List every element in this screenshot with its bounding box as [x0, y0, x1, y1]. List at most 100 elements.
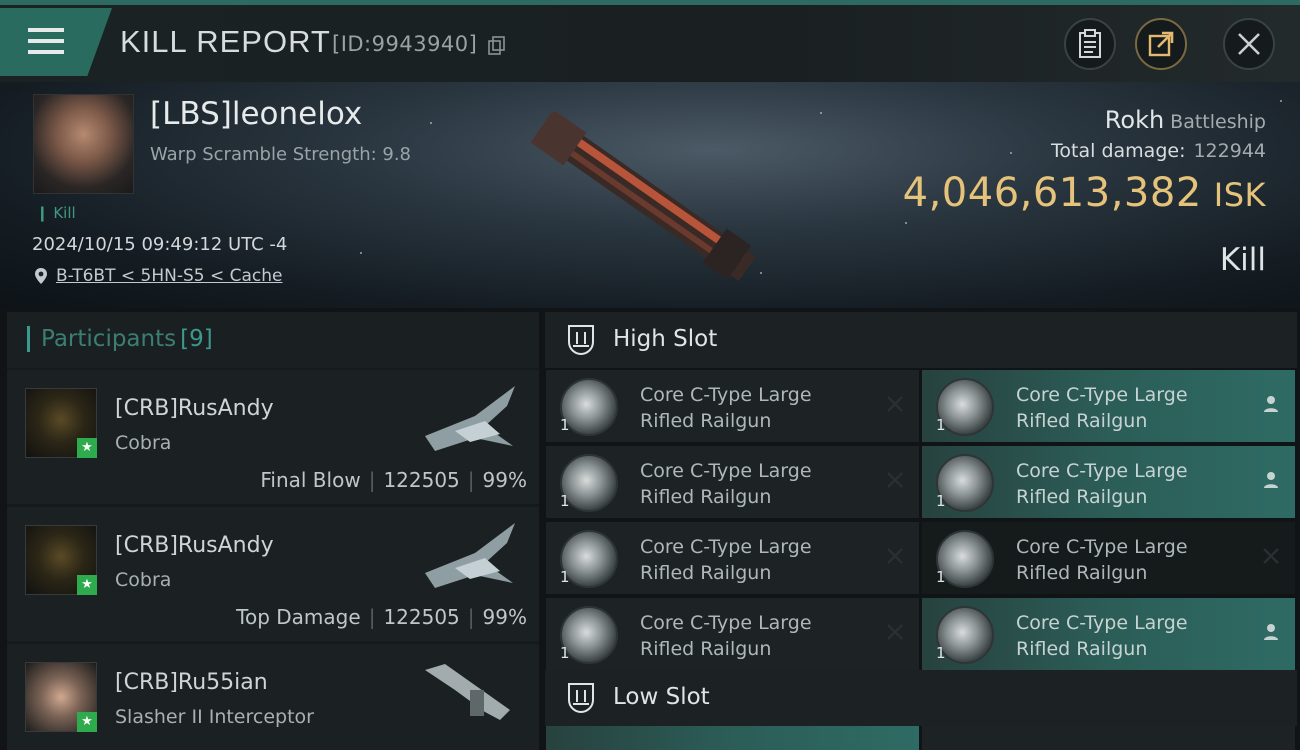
module-name: Core C-Type Large [1016, 612, 1188, 634]
star [1280, 100, 1282, 102]
module-item[interactable] [922, 726, 1295, 750]
module-name: Core C-Type Large [640, 460, 812, 482]
participant-ship: Cobra [115, 569, 172, 591]
isk-value: 4,046,613,382 ISK [902, 170, 1266, 216]
location-pin-icon [35, 268, 47, 284]
star [820, 112, 822, 114]
report-id: [ID:9943940] [332, 32, 478, 56]
person-icon [1264, 396, 1278, 412]
destroyed-icon [887, 548, 903, 564]
warp-scramble-strength: Warp Scramble Strength: 9.8 [150, 144, 412, 165]
module-item[interactable]: 1 Core C-Type Large Rifled Railgun [922, 446, 1295, 518]
destroyed-icon [887, 396, 903, 412]
module-name-line2: Rifled Railgun [1016, 410, 1148, 432]
victim-ship-image[interactable] [530, 112, 760, 282]
high-slot-icon [568, 325, 594, 356]
participant-ship-image [425, 386, 515, 451]
module-item[interactable]: 1 Core C-Type Large Rifled Railgun [546, 370, 919, 442]
result-label: Kill [1219, 242, 1266, 278]
participant-percent: 99% [482, 605, 527, 629]
participant-ship-image [425, 664, 510, 720]
person-icon [1264, 624, 1278, 640]
kill-datetime: 2024/10/15 09:49:12 UTC -4 [32, 234, 288, 255]
module-name-line2: Rifled Railgun [640, 410, 772, 432]
location-text[interactable]: B-T6BT < 5HN-S5 < Cache [56, 266, 283, 286]
low-slot-header[interactable]: Low Slot [545, 670, 1297, 726]
module-name: Core C-Type Large [640, 384, 812, 406]
header-accent-line [0, 0, 1300, 5]
module-name: Core C-Type Large [640, 612, 812, 634]
participant-stats: Final Blow | 122505 | 99% [260, 468, 527, 492]
module-quantity: 1 [560, 416, 570, 434]
share-button[interactable] [1135, 18, 1187, 70]
close-icon [1238, 33, 1260, 55]
victim-banner: [LBS]leonelox Warp Scramble Strength: 9.… [0, 82, 1300, 308]
participant-avatar: ★ [25, 388, 97, 458]
high-slot-header[interactable]: High Slot [545, 312, 1297, 368]
victim-name[interactable]: [LBS]leonelox [150, 96, 362, 132]
participants-count: [9] [180, 326, 213, 352]
participant-name: [CRB]RusAndy [115, 396, 274, 421]
star-badge-icon: ★ [77, 575, 97, 595]
module-name: Core C-Type Large [640, 536, 812, 558]
close-button[interactable] [1223, 18, 1275, 70]
kill-tag: ❙ Kill [36, 204, 76, 222]
module-item[interactable] [546, 726, 919, 750]
module-quantity: 1 [560, 492, 570, 510]
module-item[interactable]: 1 Core C-Type Large Rifled Railgun [546, 522, 919, 594]
low-slot-label: Low Slot [613, 684, 710, 710]
participant-ship-image [425, 523, 515, 588]
module-item[interactable]: 1 Core C-Type Large Rifled Railgun [546, 446, 919, 518]
module-item[interactable]: 1 Core C-Type Large Rifled Railgun [922, 598, 1295, 670]
page-title: KILL REPORT [120, 24, 331, 59]
participant-damage: 122505 [383, 468, 460, 492]
module-quantity: 1 [936, 644, 946, 662]
share-icon [1148, 31, 1174, 57]
high-slot-label: High Slot [613, 326, 718, 352]
participants-label: Participants [41, 326, 177, 352]
hamburger-icon [28, 28, 64, 54]
module-quantity: 1 [560, 568, 570, 586]
module-name: Core C-Type Large [1016, 384, 1188, 406]
module-quantity: 1 [560, 644, 570, 662]
victim-ship[interactable]: Rokh Battleship [1105, 106, 1266, 134]
participants-header[interactable]: Participants [9] [7, 312, 539, 368]
location-link[interactable]: B-T6BT < 5HN-S5 < Cache [34, 266, 283, 286]
star [430, 122, 432, 124]
header-bar: KILL REPORT [ID:9943940] [0, 0, 1300, 82]
participant-card[interactable]: ★ [CRB]Ru55ian Slasher II Interceptor [7, 644, 539, 750]
star [360, 252, 362, 254]
total-damage: Total damage: 122944 [1051, 140, 1266, 162]
participant-damage: 122505 [383, 605, 460, 629]
menu-button[interactable] [0, 8, 112, 76]
module-name-line2: Rifled Railgun [640, 638, 772, 660]
star-badge-icon: ★ [77, 712, 97, 732]
module-name-line2: Rifled Railgun [1016, 562, 1148, 584]
participant-name: [CRB]Ru55ian [115, 670, 268, 695]
destroyed-icon [1263, 548, 1279, 564]
star [760, 272, 762, 274]
module-item[interactable]: 1 Core C-Type Large Rifled Railgun [546, 598, 919, 670]
person-icon [1264, 472, 1278, 488]
participant-card[interactable]: ★ [CRB]RusAndy Cobra Final Blow | 122505 | 9… [7, 370, 539, 504]
victim-avatar[interactable] [33, 94, 134, 194]
clipboard-button[interactable] [1064, 18, 1116, 70]
destroyed-icon [887, 472, 903, 488]
participant-role: Top Damage [236, 605, 361, 629]
module-quantity: 1 [936, 416, 946, 434]
star [1010, 152, 1012, 154]
participant-percent: 99% [482, 468, 527, 492]
participant-card[interactable]: ★ [CRB]RusAndy Cobra Top Damage | 122505 | 9… [7, 507, 539, 641]
module-item[interactable]: 1 Core C-Type Large Rifled Railgun [922, 370, 1295, 442]
module-name-line2: Rifled Railgun [1016, 638, 1148, 660]
low-slot-icon [568, 683, 594, 714]
module-quantity: 1 [936, 492, 946, 510]
module-name: Core C-Type Large [1016, 536, 1188, 558]
module-item[interactable]: 1 Core C-Type Large Rifled Railgun [922, 522, 1295, 594]
module-name: Core C-Type Large [1016, 460, 1188, 482]
destroyed-icon [887, 624, 903, 640]
copy-icon[interactable] [488, 36, 506, 56]
participant-ship: Slasher II Interceptor [115, 706, 314, 728]
module-name-line2: Rifled Railgun [640, 486, 772, 508]
participant-stats: Top Damage | 122505 | 99% [236, 605, 527, 629]
